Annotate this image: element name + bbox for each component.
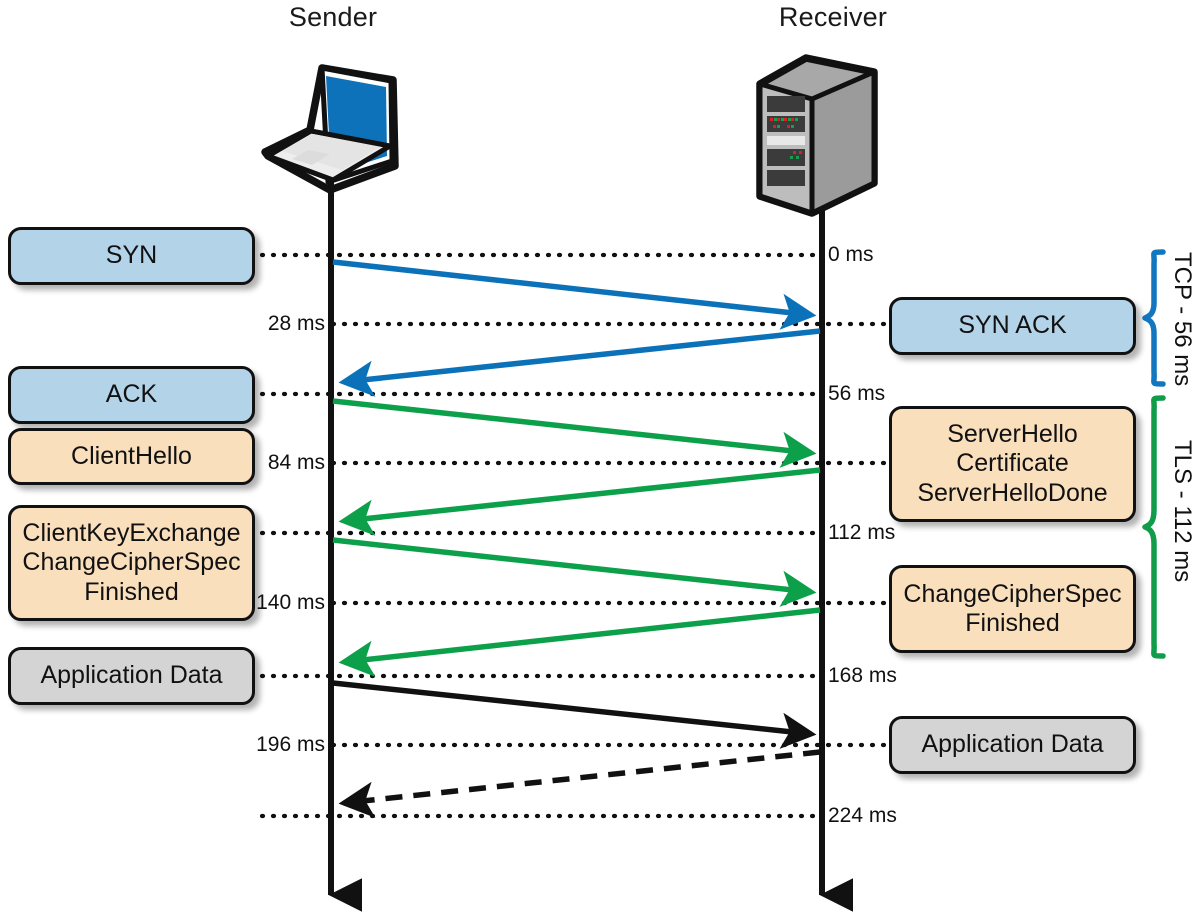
message-line: ClientHello bbox=[71, 441, 192, 470]
message-line: ServerHello bbox=[947, 420, 1078, 449]
time-label-168ms: 168 ms bbox=[828, 664, 897, 687]
time-label-224ms: 224 ms bbox=[828, 804, 897, 827]
time-label-28ms: 28 ms bbox=[267, 312, 325, 335]
message-line: ServerHelloDone bbox=[917, 478, 1108, 507]
tcp-brace bbox=[1142, 249, 1166, 387]
time-label-84ms: 84 ms bbox=[267, 451, 325, 474]
arrow-app-data-request bbox=[332, 680, 817, 749]
message-box-server-change-cipher[interactable]: ChangeCipherSpec Finished bbox=[889, 565, 1136, 653]
message-line: SYN ACK bbox=[958, 311, 1067, 340]
message-box-client-key-exchange[interactable]: ClientKeyExchange ChangeCipherSpec Finis… bbox=[8, 505, 255, 621]
message-line: ChangeCipherSpec bbox=[903, 579, 1122, 608]
message-box-server-hello[interactable]: ServerHello Certificate ServerHelloDone bbox=[889, 406, 1136, 522]
message-line: SYN bbox=[105, 241, 158, 270]
arrow-server-hello bbox=[338, 467, 821, 536]
message-line: Finished bbox=[84, 577, 179, 606]
message-line: Finished bbox=[965, 609, 1060, 637]
time-label-140ms: 140 ms bbox=[256, 591, 325, 614]
laptop-icon bbox=[261, 64, 399, 194]
arrow-syn bbox=[332, 259, 817, 330]
message-box-ack[interactable]: ACK bbox=[8, 366, 255, 424]
message-box-client-hello[interactable]: ClientHello bbox=[8, 428, 255, 485]
message-box-receiver-app-data[interactable]: Application Data bbox=[889, 716, 1136, 774]
tcp-brace-label: TCP - 56 ms bbox=[1169, 252, 1196, 387]
arrow-app-data-response bbox=[338, 749, 821, 818]
tls-brace bbox=[1142, 395, 1166, 659]
message-box-sender-app-data[interactable]: Application Data bbox=[8, 647, 255, 705]
sender-title: Sender bbox=[288, 2, 378, 32]
arrow-client-hello bbox=[332, 398, 817, 468]
arrow-client-key-exchange bbox=[332, 537, 817, 607]
message-line: Application Data bbox=[921, 730, 1104, 759]
message-box-syn[interactable]: SYN bbox=[8, 227, 255, 285]
message-box-syn-ack[interactable]: SYN ACK bbox=[889, 297, 1136, 355]
time-label-196ms: 196 ms bbox=[256, 733, 325, 756]
arrow-server-change-cipher bbox=[338, 607, 821, 677]
time-label-56ms: 56 ms bbox=[828, 382, 886, 405]
message-line: ChangeCipherSpec bbox=[22, 548, 241, 577]
server-icon bbox=[756, 54, 878, 217]
message-arrows bbox=[332, 259, 821, 818]
receiver-title: Receiver bbox=[778, 2, 888, 32]
message-line: ClientKeyExchange bbox=[22, 519, 241, 548]
time-label-112ms: 112 ms bbox=[828, 521, 896, 544]
arrow-syn-ack bbox=[338, 328, 821, 397]
message-line: ACK bbox=[105, 380, 158, 409]
tls-brace-label: TLS - 112 ms bbox=[1169, 440, 1196, 583]
time-label-0ms: 0 ms bbox=[828, 243, 874, 266]
handshake-diagram: Sender Receiver SYN ACK ClientHello Clie… bbox=[0, 0, 1200, 916]
message-line: Application Data bbox=[40, 661, 223, 690]
message-line: Certificate bbox=[956, 449, 1069, 478]
